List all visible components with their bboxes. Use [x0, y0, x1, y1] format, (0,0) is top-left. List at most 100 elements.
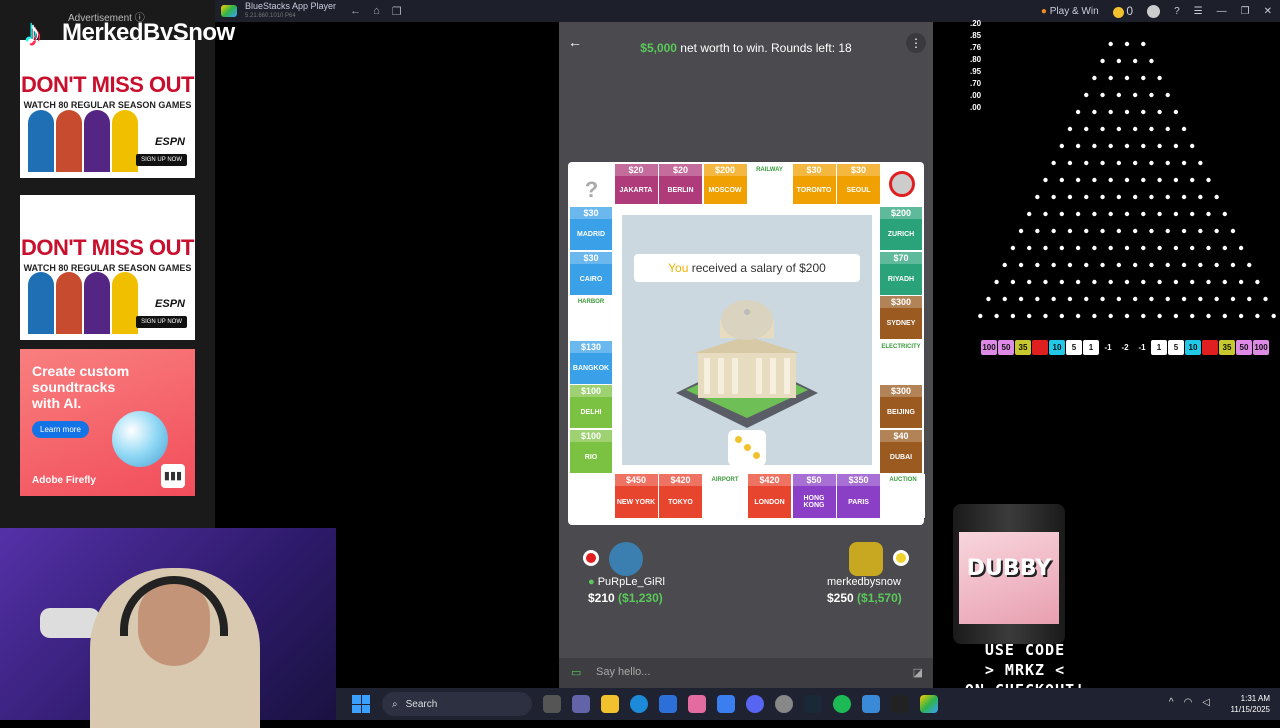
tiktok-icon: ♪	[24, 14, 42, 52]
close-icon[interactable]: ✕	[1264, 6, 1272, 17]
play-win-button[interactable]: ● Play & Win	[1041, 6, 1099, 17]
right-tile-3[interactable]: ELECTRICITY	[880, 340, 922, 384]
notepad-icon[interactable]	[862, 695, 880, 713]
bottom-tile-4[interactable]: $420 LONDON	[748, 474, 791, 518]
chat-input[interactable]: Say hello...	[596, 666, 650, 678]
plinko-peg	[1214, 262, 1219, 268]
plinko-peg	[1116, 126, 1122, 132]
bottom-tile-0[interactable]	[570, 474, 613, 518]
tile-price: $420	[659, 474, 702, 486]
jail-corner-icon[interactable]	[882, 164, 922, 204]
plinko-peg	[1075, 245, 1081, 251]
bottom-tile-5[interactable]: $50 HONG KONG	[792, 474, 836, 518]
ad-signup-button[interactable]: SIGN UP NOW	[136, 316, 187, 328]
plinko-peg	[1084, 126, 1089, 132]
settings-icon[interactable]	[775, 695, 793, 713]
tile-name: NEW YORK	[616, 498, 656, 506]
menu-icon[interactable]: ☰	[1194, 6, 1203, 17]
left-tile-0[interactable]: $30 MADRID	[570, 207, 612, 250]
task-view-icon[interactable]	[543, 695, 561, 713]
chevron-up-icon[interactable]: ^	[1169, 697, 1174, 708]
store-icon[interactable]	[659, 695, 677, 713]
right-tile-1[interactable]: $70 RIYADH	[880, 251, 922, 295]
right-tile-2[interactable]: $300 SYDNEY	[880, 296, 922, 340]
plinko-peg	[1092, 279, 1097, 285]
player1-avatar[interactable]	[609, 542, 643, 576]
recent-apps-icon[interactable]: ❐	[392, 5, 402, 18]
wifi-icon[interactable]: ◠	[1184, 697, 1193, 708]
restore-icon[interactable]: ❐	[1241, 6, 1250, 17]
tile-name: PARIS	[848, 498, 869, 506]
windows-start-icon[interactable]	[352, 695, 370, 713]
more-options-icon[interactable]: ⋮	[906, 33, 926, 53]
left-tile-4[interactable]: $100 DELHI	[570, 385, 612, 429]
tile-price: $200	[880, 207, 922, 219]
bottom-tile-1[interactable]: $450 NEW YORK	[614, 474, 658, 518]
dice-icon[interactable]	[728, 430, 766, 466]
plinko-peg	[1157, 279, 1162, 285]
plinko-peg	[1108, 143, 1113, 149]
left-tile-5[interactable]: $100 RIO	[570, 430, 612, 473]
bottom-tile-2[interactable]: $420 TOKYO	[659, 474, 702, 518]
plinko-peg	[1010, 313, 1016, 319]
top-tile-0[interactable]: ?	[570, 164, 613, 204]
plinko-bucket: 10	[1185, 340, 1201, 355]
left-tile-2[interactable]: HARBOR	[570, 296, 612, 340]
plinko-bucket: 10	[1049, 340, 1065, 355]
plinko-peg	[1018, 296, 1024, 302]
right-tile-0[interactable]: $200 ZURICH	[880, 207, 922, 250]
espn-ad-1[interactable]: DON'T MISS OUT WATCH 80 REGULAR SEASON G…	[20, 40, 195, 178]
plinko-peg	[1092, 177, 1097, 183]
plinko-peg	[1100, 160, 1105, 166]
right-tile-5[interactable]: $40 DUBAI	[880, 430, 922, 473]
taskbar-search[interactable]: ⌕ Search	[382, 692, 532, 716]
help-icon[interactable]: ?	[1174, 6, 1180, 17]
top-tile-3[interactable]: $200 MOSCOW	[703, 164, 747, 204]
top-tile-4[interactable]: RAILWAY	[748, 164, 791, 204]
top-tile-5[interactable]: $30 TORONTO	[792, 164, 836, 204]
left-tile-1[interactable]: $30 CAIRO	[570, 251, 612, 295]
photos-icon[interactable]	[688, 695, 706, 713]
copilot-icon[interactable]	[717, 695, 735, 713]
file-explorer-icon[interactable]	[601, 695, 619, 713]
ad-headline: DON'T MISS OUT	[20, 235, 195, 260]
back-icon[interactable]: ←	[350, 5, 361, 18]
left-tile-3[interactable]: $130 BANGKOK	[570, 340, 612, 384]
adobe-firefly-ad[interactable]: Create custom soundtracks with AI. Learn…	[20, 349, 195, 496]
back-arrow-icon[interactable]: ←	[568, 34, 582, 50]
bottom-tile-6[interactable]: $350 PARIS	[837, 474, 880, 518]
bottom-tile-7[interactable]: AUCTION	[881, 474, 925, 518]
ad-signup-button[interactable]: SIGN UP NOW	[136, 154, 187, 166]
home-icon[interactable]: ⌂	[373, 5, 380, 18]
player2-avatar[interactable]	[849, 542, 883, 576]
plinko-peg	[1075, 211, 1081, 217]
can-brand: DUBBY	[966, 556, 1052, 581]
plinko-peg	[1116, 58, 1122, 64]
bottom-tile-3[interactable]: AIRPORT	[703, 474, 747, 518]
minimize-icon[interactable]: —	[1217, 6, 1227, 17]
volume-icon[interactable]: ◁	[1202, 697, 1210, 708]
edge-icon[interactable]	[630, 695, 648, 713]
top-tile-1[interactable]: $20 JAKARTA	[614, 164, 658, 204]
plinko-peg	[1206, 279, 1211, 285]
spotify-icon[interactable]	[833, 695, 851, 713]
plinko-peg	[1092, 245, 1097, 251]
chat-bar[interactable]: ▭ Say hello... ◪	[559, 658, 933, 688]
avatar-icon[interactable]	[1147, 4, 1161, 18]
player1-worth: ($1,230)	[618, 591, 663, 605]
ad-headline: DON'T MISS OUT	[20, 72, 195, 97]
tile-name	[704, 486, 747, 518]
learn-more-button[interactable]: Learn more	[32, 421, 89, 438]
system-clock[interactable]: 1:31 AM 11/15/2025	[1231, 693, 1270, 715]
steam-icon[interactable]	[804, 695, 822, 713]
player1-name-text: PuRpLe_GiRl	[597, 576, 665, 588]
teams-icon[interactable]	[572, 695, 590, 713]
espn-ad-2[interactable]: DON'T MISS OUT WATCH 80 REGULAR SEASON G…	[20, 195, 195, 340]
right-tile-4[interactable]: $300 BEIJING	[880, 385, 922, 429]
top-tile-2[interactable]: $20 BERLIN	[659, 164, 702, 204]
coin-counter[interactable]: 0	[1112, 4, 1133, 18]
top-tile-6[interactable]: $30 SEOUL	[837, 164, 880, 204]
epic-games-icon[interactable]	[891, 695, 909, 713]
discord-icon[interactable]	[746, 695, 764, 713]
bluestacks-taskbar-icon[interactable]	[920, 695, 938, 713]
